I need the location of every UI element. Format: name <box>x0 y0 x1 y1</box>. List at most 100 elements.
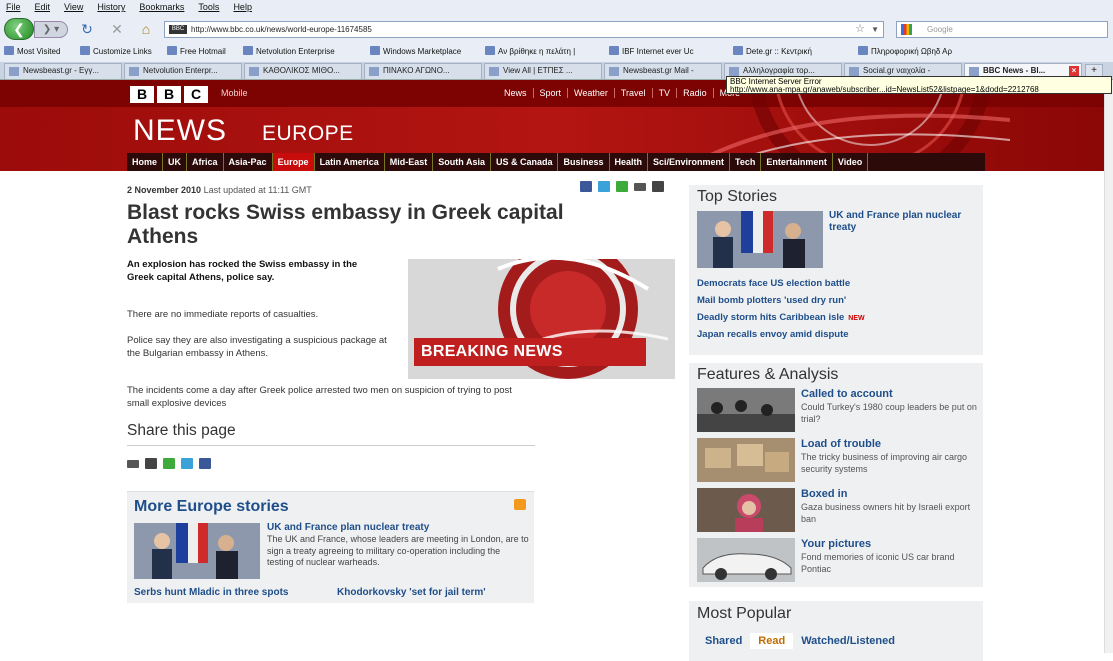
bookmark-item[interactable]: Αν βρίθηκε η πελάτη | <box>485 44 575 60</box>
section-us-canada[interactable]: US & Canada <box>491 153 559 171</box>
top-link-weather[interactable]: Weather <box>567 88 614 98</box>
feature-item[interactable]: Called to account Could Turkey's 1980 co… <box>697 388 979 432</box>
browser-tab[interactable]: Newsbeast.gr Mail - <box>604 63 722 79</box>
menu-history[interactable]: History <box>97 0 125 15</box>
top-link-travel[interactable]: Travel <box>613 88 652 98</box>
section-home[interactable]: Home <box>127 153 164 171</box>
mobile-link[interactable]: Mobile <box>221 88 248 98</box>
news-title[interactable]: NEWS <box>133 114 227 148</box>
facebook-icon[interactable] <box>199 458 211 469</box>
more-europe-summary: The UK and France, whose leaders are mee… <box>267 534 529 567</box>
bookmark-icon <box>4 46 14 55</box>
link-tooltip: BBC Internet Server Error http://www.ana… <box>726 76 1112 94</box>
menu-view[interactable]: View <box>64 0 83 15</box>
feature-item[interactable]: Load of trouble The tricky business of i… <box>697 438 979 482</box>
email-icon[interactable] <box>127 460 139 468</box>
section-entertainment[interactable]: Entertainment <box>761 153 833 171</box>
section-south-asia[interactable]: South Asia <box>433 153 491 171</box>
edition-subtitle: EUROPE <box>262 122 354 145</box>
top-link-news[interactable]: News <box>498 88 533 98</box>
feature-headline[interactable]: Called to account <box>801 388 893 400</box>
address-bar[interactable]: BBC http://www.bbc.co.uk/news/world-euro… <box>164 21 884 38</box>
feature-headline[interactable]: Load of trouble <box>801 438 881 450</box>
back-button[interactable]: ❮ <box>4 18 34 40</box>
share-icon[interactable] <box>616 181 628 192</box>
stop-button[interactable]: ✕ <box>108 21 126 37</box>
more-europe-link[interactable]: Khodorkovsky 'set for jail term' <box>337 587 486 598</box>
article-paragraph: The incidents come a day after Greek pol… <box>127 385 512 409</box>
stop-icon: ✕ <box>111 21 123 37</box>
bbc-logo[interactable]: B B C <box>130 86 208 103</box>
tab-watched-listened[interactable]: Watched/Listened <box>793 633 903 649</box>
top-story-link[interactable]: Mail bomb plotters 'used dry run' <box>697 295 846 306</box>
twitter-icon[interactable] <box>181 458 193 469</box>
bookmark-star-icon[interactable]: ☆ <box>855 22 865 37</box>
feature-headline[interactable]: Boxed in <box>801 488 847 500</box>
bookmark-item[interactable]: Windows Marketplace <box>370 44 461 60</box>
top-story-link[interactable]: Democrats face US election battle <box>697 278 850 289</box>
browser-tab[interactable]: ΚΑΘΟΛΙΚΟΣ ΜΙΘΟ... <box>244 63 362 79</box>
print-icon[interactable] <box>652 181 664 192</box>
section-health[interactable]: Health <box>610 153 649 171</box>
bookmark-item[interactable]: Customize Links <box>80 44 152 60</box>
section-tech[interactable]: Tech <box>730 153 762 171</box>
menu-edit[interactable]: Edit <box>35 0 51 15</box>
top-link-sport[interactable]: Sport <box>532 88 568 98</box>
reload-button[interactable]: ↻ <box>78 21 96 37</box>
top-link-radio[interactable]: Radio <box>676 88 713 98</box>
vertical-scrollbar[interactable] <box>1104 80 1113 653</box>
section-business[interactable]: Business <box>558 153 610 171</box>
top-link-tv[interactable]: TV <box>651 88 677 98</box>
bookmark-item[interactable]: Most Visited <box>4 44 60 60</box>
feature-item[interactable]: Your pictures Fond memories of iconic US… <box>697 538 979 582</box>
section-asia-pac[interactable]: Asia-Pac <box>224 153 273 171</box>
rss-icon[interactable] <box>514 499 526 510</box>
bookmark-item[interactable]: Πληροφορική Ωβηδ Αρ <box>858 44 952 60</box>
browser-tab[interactable]: View All | ΕΤΠΕΣ ... <box>484 63 602 79</box>
section-latin-america[interactable]: Latin America <box>315 153 385 171</box>
menu-tools[interactable]: Tools <box>198 0 219 15</box>
bookmark-item[interactable]: Dete.gr :: Κεντρική <box>733 44 812 60</box>
story-thumbnail[interactable] <box>134 523 260 579</box>
feature-item[interactable]: Boxed in Gaza business owners hit by Isr… <box>697 488 979 532</box>
more-europe-link[interactable]: Serbs hunt Mladic in three spots <box>134 587 288 598</box>
section-europe[interactable]: Europe <box>272 153 315 171</box>
menu-help[interactable]: Help <box>233 0 252 15</box>
more-europe-stories: More Europe stories UK and France plan n… <box>127 491 534 603</box>
section-uk[interactable]: UK <box>163 153 188 171</box>
email-icon[interactable] <box>634 183 646 191</box>
browser-tab[interactable]: ΠΙΝΑΚΟ ΑΓΩΝΟ... <box>364 63 482 79</box>
google-icon[interactable] <box>901 24 912 35</box>
close-tab-icon[interactable]: × <box>1069 66 1079 76</box>
tab-read[interactable]: Read <box>750 633 794 649</box>
menu-bookmarks[interactable]: Bookmarks <box>139 0 184 15</box>
print-icon[interactable] <box>145 458 157 469</box>
home-button[interactable]: ⌂ <box>137 21 155 37</box>
section-africa[interactable]: Africa <box>187 153 224 171</box>
share-icon[interactable] <box>163 458 175 469</box>
twitter-icon[interactable] <box>598 181 610 192</box>
section-sci-environment[interactable]: Sci/Environment <box>648 153 731 171</box>
bookmark-item[interactable]: Netvolution Enterprise <box>243 44 335 60</box>
feature-headline[interactable]: Your pictures <box>801 538 871 550</box>
url-dropdown-icon[interactable]: ▼ <box>871 22 879 37</box>
section-video[interactable]: Video <box>833 153 869 171</box>
facebook-icon[interactable] <box>580 181 592 192</box>
bookmark-item[interactable]: IBF Internet ever Uc <box>609 44 694 60</box>
top-story-link[interactable]: Japan recalls envoy amid dispute <box>697 329 849 340</box>
browser-tab[interactable]: Newsbeast.gr - Εγγ... <box>4 63 122 79</box>
section-mid-east[interactable]: Mid-East <box>385 153 434 171</box>
browser-tab[interactable]: Netvolution Enterpr... <box>124 63 242 79</box>
top-story-link[interactable]: Deadly storm hits Caribbean isle NEW <box>697 312 865 323</box>
site-identity-badge[interactable]: BBC <box>169 25 187 34</box>
forward-button[interactable]: ❯ ▾ <box>34 21 68 38</box>
more-europe-headline[interactable]: UK and France plan nuclear treaty <box>267 522 429 533</box>
search-box[interactable]: Google <box>896 21 1108 38</box>
menu-file[interactable]: File <box>6 0 21 15</box>
feature-thumbnail <box>697 438 795 482</box>
bookmark-item[interactable]: Free Hotmail <box>167 44 226 60</box>
top-story-headline[interactable]: UK and France plan nuclear treaty <box>829 210 979 234</box>
top-story-thumbnail[interactable] <box>697 211 823 268</box>
tab-shared[interactable]: Shared <box>697 633 750 649</box>
more-europe-title[interactable]: More Europe stories <box>134 498 289 516</box>
